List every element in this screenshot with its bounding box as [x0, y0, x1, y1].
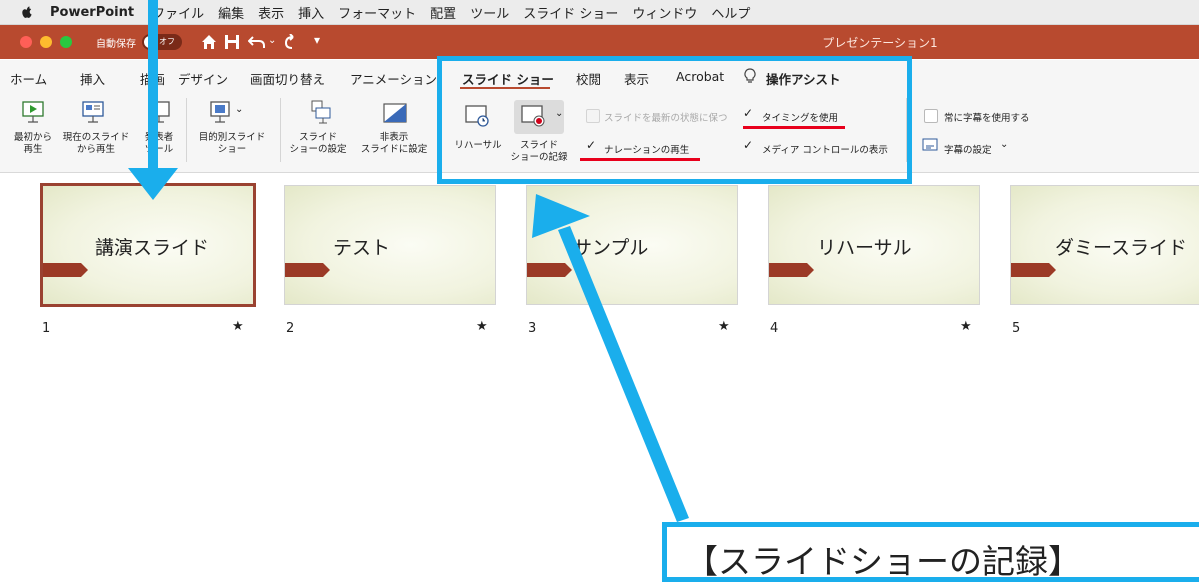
annotation-callout: 【スライドショーの記録】 — [662, 522, 1199, 582]
annotation-arrows — [128, 0, 689, 522]
arrow-down-to-slide — [128, 0, 178, 200]
arrow-to-record-button — [532, 194, 689, 522]
callout-text: 【スライドショーの記録】 — [685, 542, 1081, 581]
